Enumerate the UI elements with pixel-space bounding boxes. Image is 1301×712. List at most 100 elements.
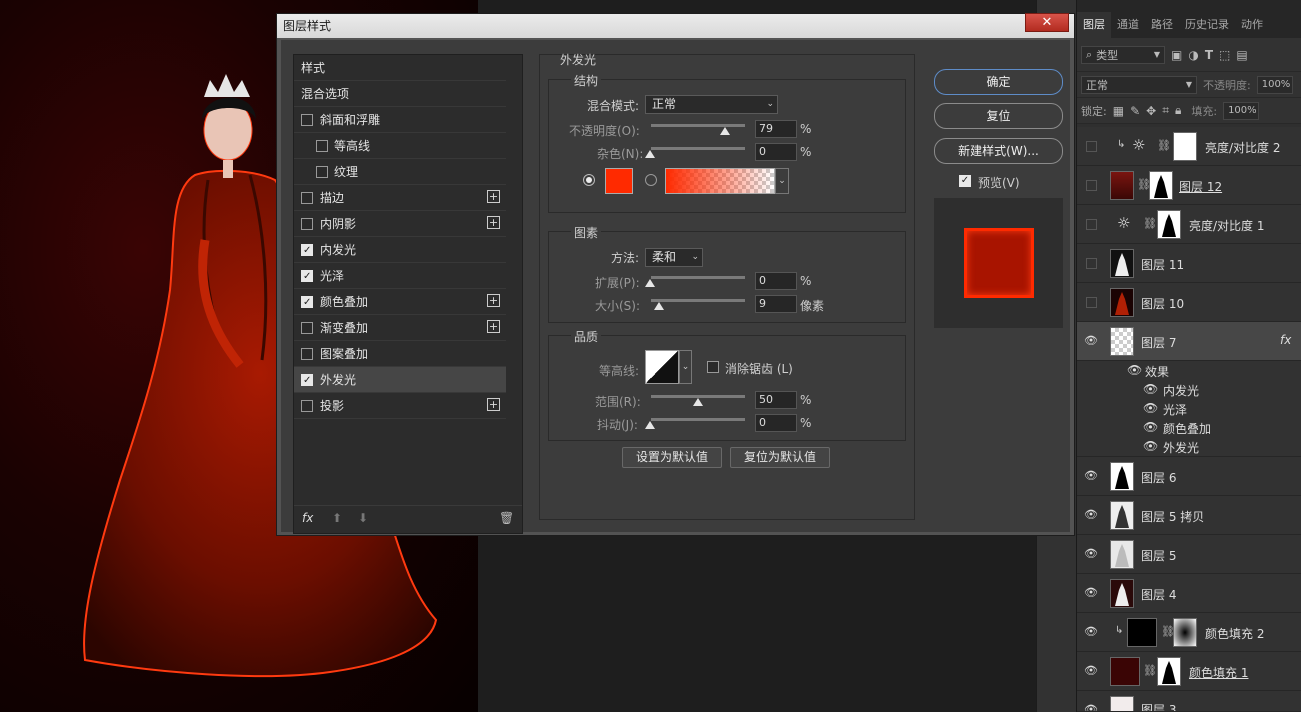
range-slider-knob[interactable] (693, 398, 703, 406)
lock-position-icon[interactable]: ✥ (1146, 104, 1156, 118)
new-style-button[interactable]: 新建样式(W)... (934, 138, 1063, 164)
opacity-input[interactable]: 79 (755, 120, 797, 138)
tab-channels[interactable]: 通道 (1111, 12, 1145, 38)
layer-row[interactable]: 👁︎ 图层 3 (1077, 691, 1301, 712)
styles-header[interactable]: 样式 (294, 55, 506, 81)
eye-icon[interactable]: 👁︎ (1084, 335, 1098, 347)
jitter-slider[interactable] (651, 418, 745, 421)
type-filter-icon[interactable]: T (1205, 48, 1213, 62)
fx-menu-button[interactable]: fx (302, 511, 313, 525)
style-checkbox[interactable] (301, 238, 313, 264)
add-style-icon[interactable]: + (487, 398, 500, 411)
layer-row[interactable]: ⛓ 图层 12 (1077, 166, 1301, 205)
chevron-down-icon[interactable]: ⌄ (679, 350, 692, 384)
tab-paths[interactable]: 路径 (1145, 12, 1179, 38)
spread-input[interactable]: 0 (755, 272, 797, 290)
reset-default-button[interactable]: 复位为默认值 (730, 447, 830, 468)
noise-input[interactable]: 0 (755, 143, 797, 161)
method-select[interactable]: 柔和 ⌄ (645, 248, 703, 267)
eye-icon[interactable]: 👁︎ (1143, 382, 1158, 396)
add-style-icon[interactable]: + (487, 216, 500, 229)
style-item-5[interactable]: 内阴影 + (294, 211, 506, 237)
visibility-toggle[interactable] (1086, 258, 1097, 269)
layer-row[interactable]: ☼ ⛓ 亮度/对比度 1 (1077, 205, 1301, 244)
visibility-toggle[interactable] (1086, 219, 1097, 230)
kind-filter-select[interactable]: ⌕ 类型 ▼ (1081, 45, 1165, 64)
lock-all-icon[interactable]: 🔒︎ (1175, 103, 1181, 118)
eye-icon[interactable]: 👁︎ (1084, 704, 1098, 712)
spread-slider[interactable] (651, 276, 745, 279)
eye-icon[interactable]: 👁︎ (1084, 470, 1098, 482)
style-checkbox[interactable] (301, 290, 313, 316)
style-item-1[interactable]: 斜面和浮雕 (294, 107, 506, 133)
set-default-button[interactable]: 设置为默认值 (622, 447, 722, 468)
layer-row[interactable]: 👁︎ ⛓ 颜色填充 1 (1077, 652, 1301, 691)
layer-row[interactable]: 👁︎ 图层 5 (1077, 535, 1301, 574)
eye-icon[interactable]: 👁︎ (1084, 587, 1098, 599)
opacity-slider[interactable] (651, 124, 745, 127)
lock-paint-icon[interactable]: ✎ (1130, 104, 1140, 118)
visibility-toggle[interactable] (1086, 141, 1097, 152)
add-style-icon[interactable]: + (487, 190, 500, 203)
style-checkbox[interactable] (301, 400, 313, 412)
style-checkbox[interactable] (301, 192, 313, 204)
glow-color-swatch[interactable] (605, 168, 633, 194)
style-checkbox[interactable] (301, 114, 313, 126)
dialog-titlebar[interactable]: 图层样式 ✕ (277, 13, 1074, 38)
lock-transparent-icon[interactable]: ▦ (1113, 104, 1124, 118)
jitter-input[interactable]: 0 (755, 414, 797, 432)
style-item-10[interactable]: 图案叠加 (294, 341, 506, 367)
trash-icon[interactable]: 🗑︎ (499, 511, 514, 525)
effect-item[interactable]: 👁︎ 内发光 (1077, 380, 1301, 399)
style-item-7[interactable]: 光泽 (294, 263, 506, 290)
reset-button[interactable]: 复位 (934, 103, 1063, 129)
tab-layers[interactable]: 图层 (1077, 12, 1111, 38)
effect-item[interactable]: 👁︎ 颜色叠加 (1077, 418, 1301, 437)
blend-options-item[interactable]: 混合选项 (294, 81, 506, 107)
eye-icon[interactable]: 👁︎ (1143, 420, 1158, 434)
tab-actions[interactable]: 动作 (1235, 12, 1269, 38)
pixel-filter-icon[interactable]: ▣ (1171, 48, 1182, 62)
smart-filter-icon[interactable]: ▤ (1236, 48, 1247, 62)
visibility-toggle[interactable] (1086, 180, 1097, 191)
gradient-picker[interactable] (665, 168, 775, 194)
style-item-9[interactable]: 渐变叠加 + (294, 315, 506, 341)
layer-row[interactable]: 👁︎ 图层 5 拷贝 (1077, 496, 1301, 535)
style-checkbox[interactable] (301, 264, 313, 290)
effect-item[interactable]: 👁︎ 光泽 (1077, 399, 1301, 418)
preview-checkbox[interactable]: ✓ (959, 175, 971, 187)
style-item-2[interactable]: 等高线 (294, 133, 506, 159)
size-slider[interactable] (651, 299, 745, 302)
opacity-slider-knob[interactable] (720, 127, 730, 135)
style-checkbox[interactable] (301, 348, 313, 360)
fill-field[interactable]: 100% (1223, 101, 1260, 120)
move-down-icon[interactable]: ⬇ (358, 511, 368, 525)
contour-picker[interactable] (645, 350, 679, 384)
tab-history[interactable]: 历史记录 (1179, 12, 1235, 38)
layer-row[interactable]: ↳ ☼ ⛓ 亮度/对比度 2 (1077, 127, 1301, 166)
noise-slider[interactable] (651, 147, 745, 150)
jitter-slider-knob[interactable] (645, 421, 655, 429)
layer-row[interactable]: 👁︎ 图层 4 (1077, 574, 1301, 613)
style-item-12[interactable]: 投影 + (294, 393, 506, 419)
close-button[interactable]: ✕ (1025, 13, 1069, 32)
style-item-11[interactable]: 外发光 (294, 367, 506, 394)
range-input[interactable]: 50 (755, 391, 797, 409)
size-slider-knob[interactable] (654, 302, 664, 310)
eye-icon[interactable]: 👁︎ (1084, 665, 1098, 677)
size-input[interactable]: 9 (755, 295, 797, 313)
blend-mode-select[interactable]: 正常 ⌄ (645, 95, 778, 114)
gradient-radio[interactable] (645, 174, 657, 186)
style-checkbox[interactable] (301, 322, 313, 334)
spread-slider-knob[interactable] (645, 279, 655, 287)
move-up-icon[interactable]: ⬆ (332, 511, 342, 525)
eye-icon[interactable]: 👁︎ (1084, 548, 1098, 560)
style-checkbox[interactable] (316, 140, 328, 152)
noise-slider-knob[interactable] (645, 150, 655, 158)
layer-blend-mode-select[interactable]: 正常 ▼ (1081, 75, 1197, 94)
layer-row[interactable]: 👁︎ 图层 6 (1077, 457, 1301, 496)
add-style-icon[interactable]: + (487, 294, 500, 307)
fx-badge[interactable]: fx (1280, 333, 1291, 347)
eye-icon[interactable]: 👁︎ (1084, 626, 1098, 638)
layer-row-selected[interactable]: 👁︎ 图层 7 fx (1077, 322, 1301, 361)
